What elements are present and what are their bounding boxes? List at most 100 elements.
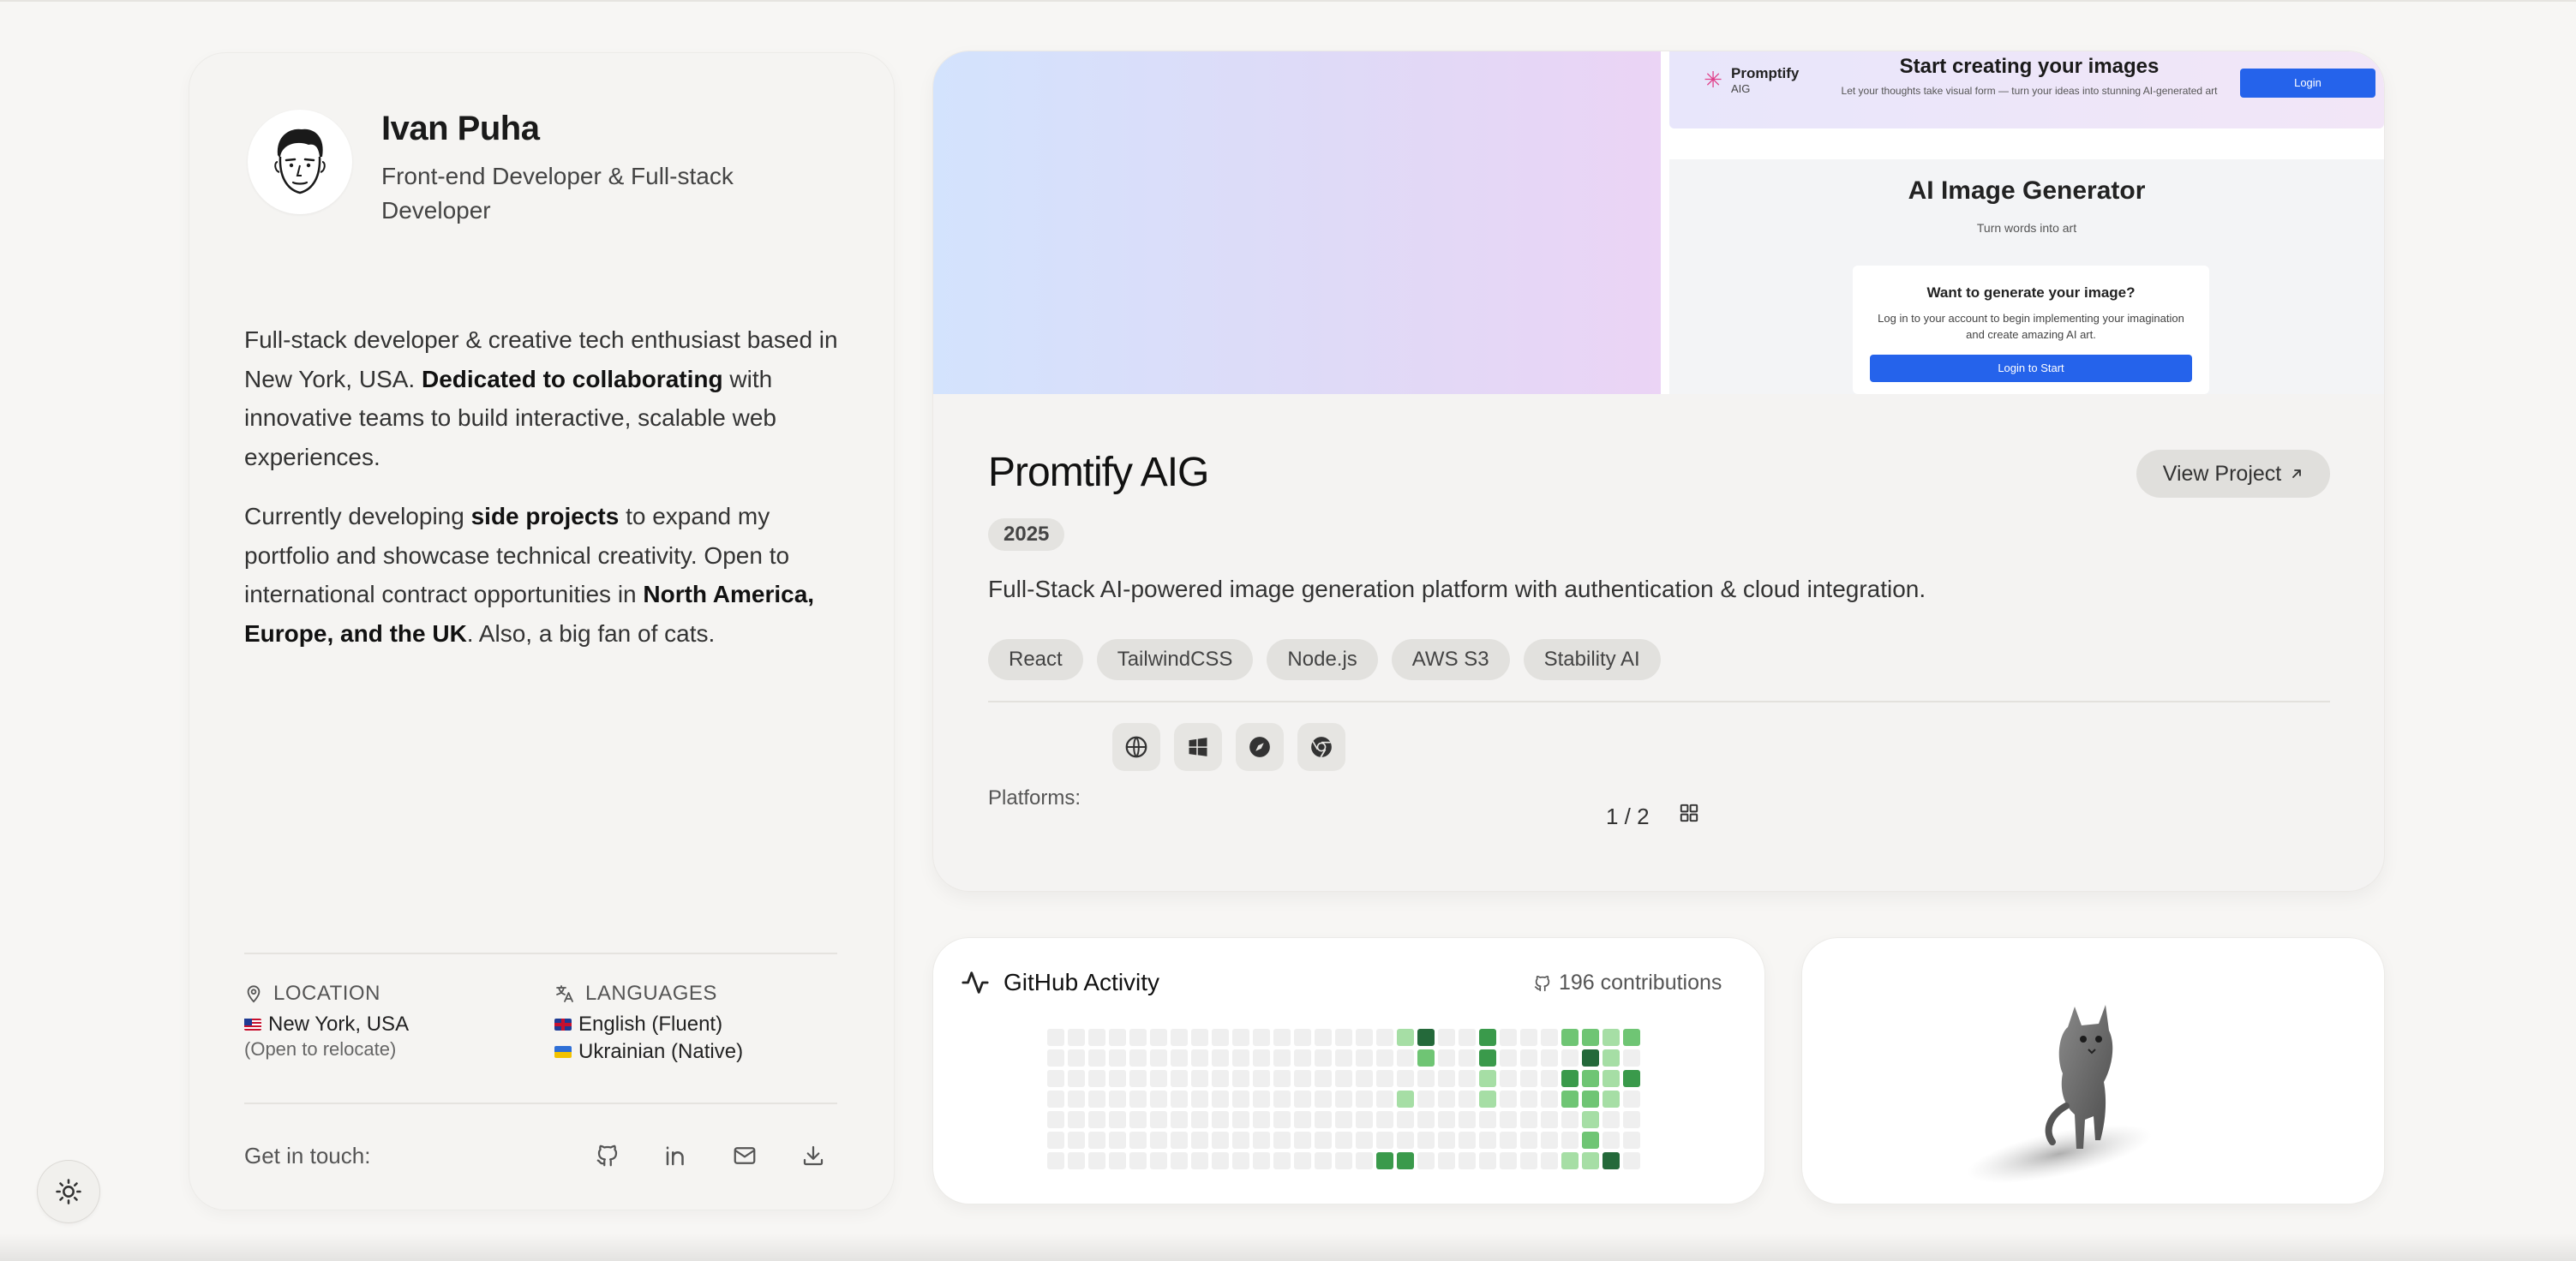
contribution-cell	[1109, 1091, 1126, 1108]
language-ukrainian: Ukrainian (Native)	[578, 1040, 744, 1063]
contribution-cell	[1459, 1091, 1476, 1108]
contribution-cell	[1212, 1070, 1229, 1087]
contributions-label: 196 contributions	[1559, 971, 1722, 995]
contribution-cell	[1582, 1070, 1599, 1087]
contribution-cell	[1356, 1049, 1373, 1067]
platform-windows	[1174, 723, 1222, 771]
contribution-cell	[1438, 1029, 1455, 1046]
contribution-cell	[1541, 1111, 1558, 1128]
contribution-cell	[1129, 1132, 1147, 1149]
contribution-cell	[1459, 1049, 1476, 1067]
contribution-cell	[1417, 1070, 1435, 1087]
contribution-cell	[1294, 1132, 1311, 1149]
globe-icon	[1125, 736, 1147, 758]
view-project-button[interactable]: View Project	[2136, 450, 2330, 498]
contribution-cell	[1047, 1049, 1064, 1067]
contribution-cell	[1541, 1029, 1558, 1046]
contribution-cell	[1623, 1070, 1640, 1087]
chrome-icon	[1311, 737, 1332, 758]
contribution-cell	[1088, 1111, 1105, 1128]
contribution-cell	[1603, 1029, 1620, 1046]
contribution-cell	[1088, 1091, 1105, 1108]
contribution-cell	[1582, 1132, 1599, 1149]
contribution-cell	[1582, 1152, 1599, 1169]
contribution-cell	[1500, 1029, 1517, 1046]
contribution-cell	[1068, 1070, 1085, 1087]
tech-tag: Stability AI	[1523, 639, 1661, 680]
contribution-cell	[1438, 1091, 1455, 1108]
github-link[interactable]	[589, 1137, 626, 1174]
activity-icon	[962, 971, 989, 994]
contribution-cell	[1047, 1091, 1064, 1108]
contribution-heatmap	[1047, 1029, 1640, 1169]
contribution-cell	[1129, 1091, 1147, 1108]
tech-tag: AWS S3	[1391, 639, 1510, 680]
github-activity-title: GitHub Activity	[1003, 969, 1160, 995]
contribution-cell	[1129, 1111, 1147, 1128]
contribution-cell	[1109, 1049, 1126, 1067]
contribution-cell	[1129, 1029, 1147, 1046]
contribution-cell	[1438, 1132, 1455, 1149]
contribution-cell	[1520, 1111, 1537, 1128]
contribution-cell	[1068, 1029, 1085, 1046]
contribution-cell	[1561, 1070, 1579, 1087]
languages-heading: LANGUAGES	[585, 982, 717, 1005]
contribution-cell	[1294, 1070, 1311, 1087]
contribution-cell	[1397, 1091, 1414, 1108]
contribution-cell	[1438, 1152, 1455, 1169]
contribution-cell	[1376, 1049, 1393, 1067]
contribution-cell	[1150, 1111, 1167, 1128]
platform-web	[1112, 723, 1160, 771]
contribution-cell	[1212, 1111, 1229, 1128]
grid-view-button[interactable]	[1675, 799, 1703, 827]
contribution-cell	[1561, 1029, 1579, 1046]
preview-logo-sub: AIG	[1731, 82, 1751, 95]
github-icon	[1534, 975, 1550, 991]
email-link[interactable]	[726, 1137, 764, 1174]
contribution-cell	[1294, 1152, 1311, 1169]
contribution-cell	[1294, 1111, 1311, 1128]
contribution-cell	[1273, 1091, 1291, 1108]
theme-toggle-button[interactable]	[38, 1161, 99, 1222]
contribution-cell	[1171, 1049, 1188, 1067]
contribution-cell	[1335, 1070, 1352, 1087]
contribution-cell	[1088, 1049, 1105, 1067]
contribution-cell	[1520, 1070, 1537, 1087]
grid-icon	[1680, 804, 1698, 822]
download-cv-link[interactable]	[794, 1137, 832, 1174]
contribution-cell	[1603, 1152, 1620, 1169]
project-title: Promtify AIG	[988, 450, 1209, 495]
contribution-cell	[1417, 1049, 1435, 1067]
contribution-cell	[1273, 1132, 1291, 1149]
cat-model-card[interactable]	[1802, 938, 2384, 1204]
uk-flag-icon	[554, 1019, 572, 1031]
contribution-cell	[1171, 1152, 1188, 1169]
tech-tags: React TailwindCSS Node.js AWS S3 Stabili…	[988, 639, 1661, 680]
tech-tag: React	[988, 639, 1083, 680]
contribution-cell	[1623, 1029, 1640, 1046]
contribution-cell	[1376, 1132, 1393, 1149]
project-pager: 1 / 2	[1606, 804, 1650, 829]
contribution-cell	[1356, 1152, 1373, 1169]
avatar	[248, 110, 352, 214]
contribution-cell	[1561, 1132, 1579, 1149]
contribution-cell	[1335, 1132, 1352, 1149]
contribution-cell	[1171, 1029, 1188, 1046]
contribution-cell	[1191, 1091, 1208, 1108]
tech-tag: Node.js	[1267, 639, 1378, 680]
linkedin-link[interactable]	[657, 1137, 695, 1174]
ukraine-flag-icon	[554, 1046, 572, 1058]
contribution-cell	[1582, 1091, 1599, 1108]
profile-bio: Full-stack developer & creative tech ent…	[244, 320, 854, 653]
contribution-cell	[1253, 1091, 1270, 1108]
contribution-cell	[1376, 1091, 1393, 1108]
contribution-cell	[1150, 1049, 1167, 1067]
contribution-cell	[1356, 1132, 1373, 1149]
preview-panel-description: Log in to your account to begin implemen…	[1878, 312, 2184, 341]
contribution-cell	[1232, 1029, 1249, 1046]
contribution-cell	[1397, 1152, 1414, 1169]
contribution-cell	[1150, 1070, 1167, 1087]
contribution-cell	[1520, 1152, 1537, 1169]
project-preview-background	[933, 51, 1661, 394]
contribution-cell	[1047, 1152, 1064, 1169]
